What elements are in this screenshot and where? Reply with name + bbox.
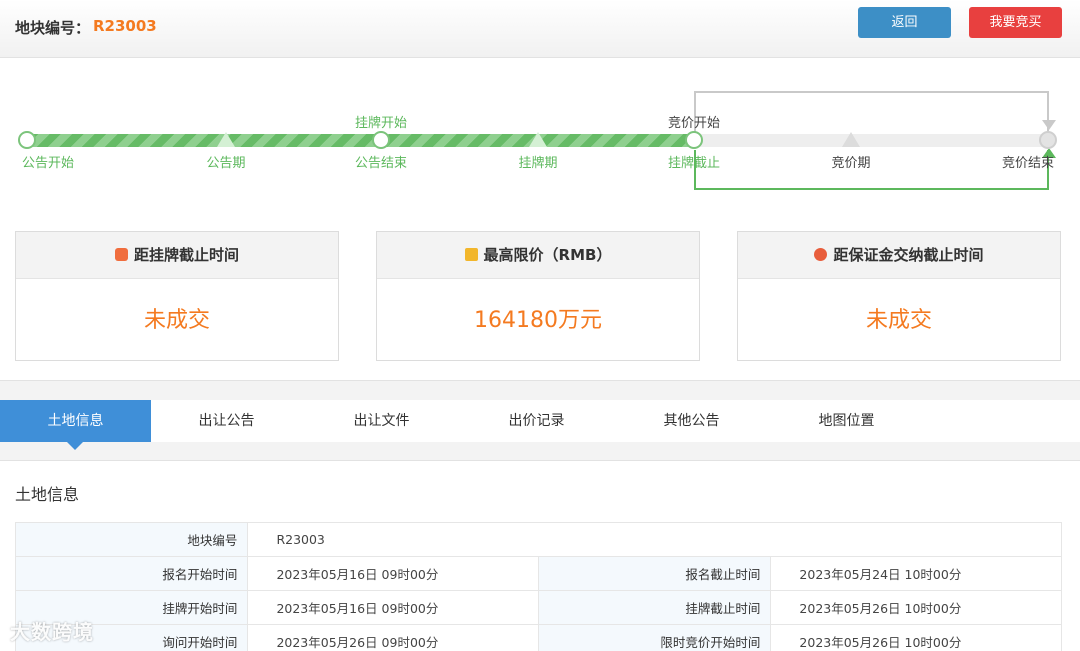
plot-no-value: R23003 <box>247 522 1062 557</box>
marker-jingjia-period <box>842 132 860 147</box>
label-jingjia-period: 竞价期 <box>831 156 871 171</box>
tab-bar: 土地信息 出让公告 出让文件 出价记录 其他公告 地图位置 <box>0 380 1080 461</box>
label-gonggao-period: 公告期 <box>206 156 246 171</box>
cell-label: 报名截止时间 <box>537 556 772 591</box>
back-button[interactable]: 返回 <box>858 7 951 38</box>
tab-transfer-docs[interactable]: 出让文件 <box>306 400 457 442</box>
cell-value: 2023年05月16日 09时00分 <box>247 590 539 625</box>
coin-icon <box>464 248 478 261</box>
cell-value: 2023年05月16日 09时00分 <box>247 556 539 591</box>
deposit-deadline-card-title: 距保证金交纳截止时间 <box>833 246 984 264</box>
bidding-return-line <box>694 150 1049 190</box>
label-gonggao-start: 公告开始 <box>21 156 75 171</box>
price-limit-card-value: 164180万元 <box>474 308 602 333</box>
tab-land-info[interactable]: 土地信息 <box>0 400 151 450</box>
bidding-loop-line <box>694 91 1049 133</box>
land-info-table: 地块编号 R23003 报名开始时间 2023年05月16日 09时00分 报名… <box>14 522 1062 651</box>
progress-timeline: 挂牌开始 竞价开始 公告开始 公告期 公告结束 挂牌期 挂牌截止 竞价期 竞价结… <box>0 60 1080 225</box>
label-guapai-start: 挂牌开始 <box>354 116 408 131</box>
price-limit-card-title: 最高限价（RMB） <box>483 246 612 264</box>
cell-value: 2023年05月26日 10时00分 <box>770 590 1062 625</box>
node-guapai-end <box>685 131 703 149</box>
tab-other-notices[interactable]: 其他公告 <box>616 400 767 442</box>
deadline-card-value: 未成交 <box>143 308 210 333</box>
plot-no-label: 地块编号 <box>14 522 249 557</box>
plot-number-label: 地块编号： <box>15 19 91 37</box>
tab-transfer-notice[interactable]: 出让公告 <box>151 400 302 442</box>
label-guapai-end: 挂牌截止 <box>667 156 721 171</box>
node-jingjia-end <box>1039 131 1057 149</box>
node-gonggao-start <box>18 131 36 149</box>
watermark: 大数跨境 <box>10 620 94 644</box>
section-title: 土地信息 <box>15 485 80 504</box>
label-jingjia-end: 竞价结束 <box>1001 156 1055 171</box>
marker-gonggao-period <box>217 132 235 147</box>
bid-button[interactable]: 我要竞买 <box>969 7 1062 38</box>
deadline-card-title: 距挂牌截止时间 <box>133 246 239 264</box>
table-row: 挂牌开始时间 2023年05月16日 09时00分 挂牌截止时间 2023年05… <box>14 590 1062 625</box>
table-row: 询问开始时间 2023年05月26日 09时00分 限时竞价开始时间 2023年… <box>14 624 1062 651</box>
arrow-down-icon <box>1042 120 1056 130</box>
price-limit-card: 最高限价（RMB） 164180万元 <box>376 231 700 361</box>
cell-value: 2023年05月26日 10时00分 <box>770 624 1062 651</box>
lifebuoy-icon <box>814 248 828 261</box>
cell-value: 2023年05月24日 10时00分 <box>770 556 1062 591</box>
cell-value: 2023年05月26日 09时00分 <box>247 624 539 651</box>
tab-bid-records[interactable]: 出价记录 <box>461 400 612 442</box>
label-guapai-period: 挂牌期 <box>518 156 558 171</box>
clock-icon <box>114 248 128 261</box>
table-row: 地块编号 R23003 <box>14 522 1062 557</box>
marker-guapai-period <box>529 132 547 147</box>
timeline-progress <box>27 134 694 147</box>
table-row: 报名开始时间 2023年05月16日 09时00分 报名截止时间 2023年05… <box>14 556 1062 591</box>
cell-label: 限时竞价开始时间 <box>537 624 772 651</box>
deposit-deadline-card: 距保证金交纳截止时间 未成交 <box>737 231 1061 361</box>
deadline-card: 距挂牌截止时间 未成交 <box>15 231 339 361</box>
node-gonggao-end <box>372 131 390 149</box>
cell-label: 报名开始时间 <box>14 556 249 591</box>
plot-number-value: R23003 <box>93 17 157 35</box>
tab-map-location[interactable]: 地图位置 <box>771 400 922 442</box>
top-bar: 地块编号： R23003 返回 我要竞买 <box>0 0 1080 58</box>
label-jingjia-start: 竞价开始 <box>667 116 721 131</box>
deposit-deadline-card-value: 未成交 <box>865 308 932 333</box>
cell-label: 挂牌截止时间 <box>537 590 772 625</box>
label-gonggao-end: 公告结束 <box>354 156 408 171</box>
